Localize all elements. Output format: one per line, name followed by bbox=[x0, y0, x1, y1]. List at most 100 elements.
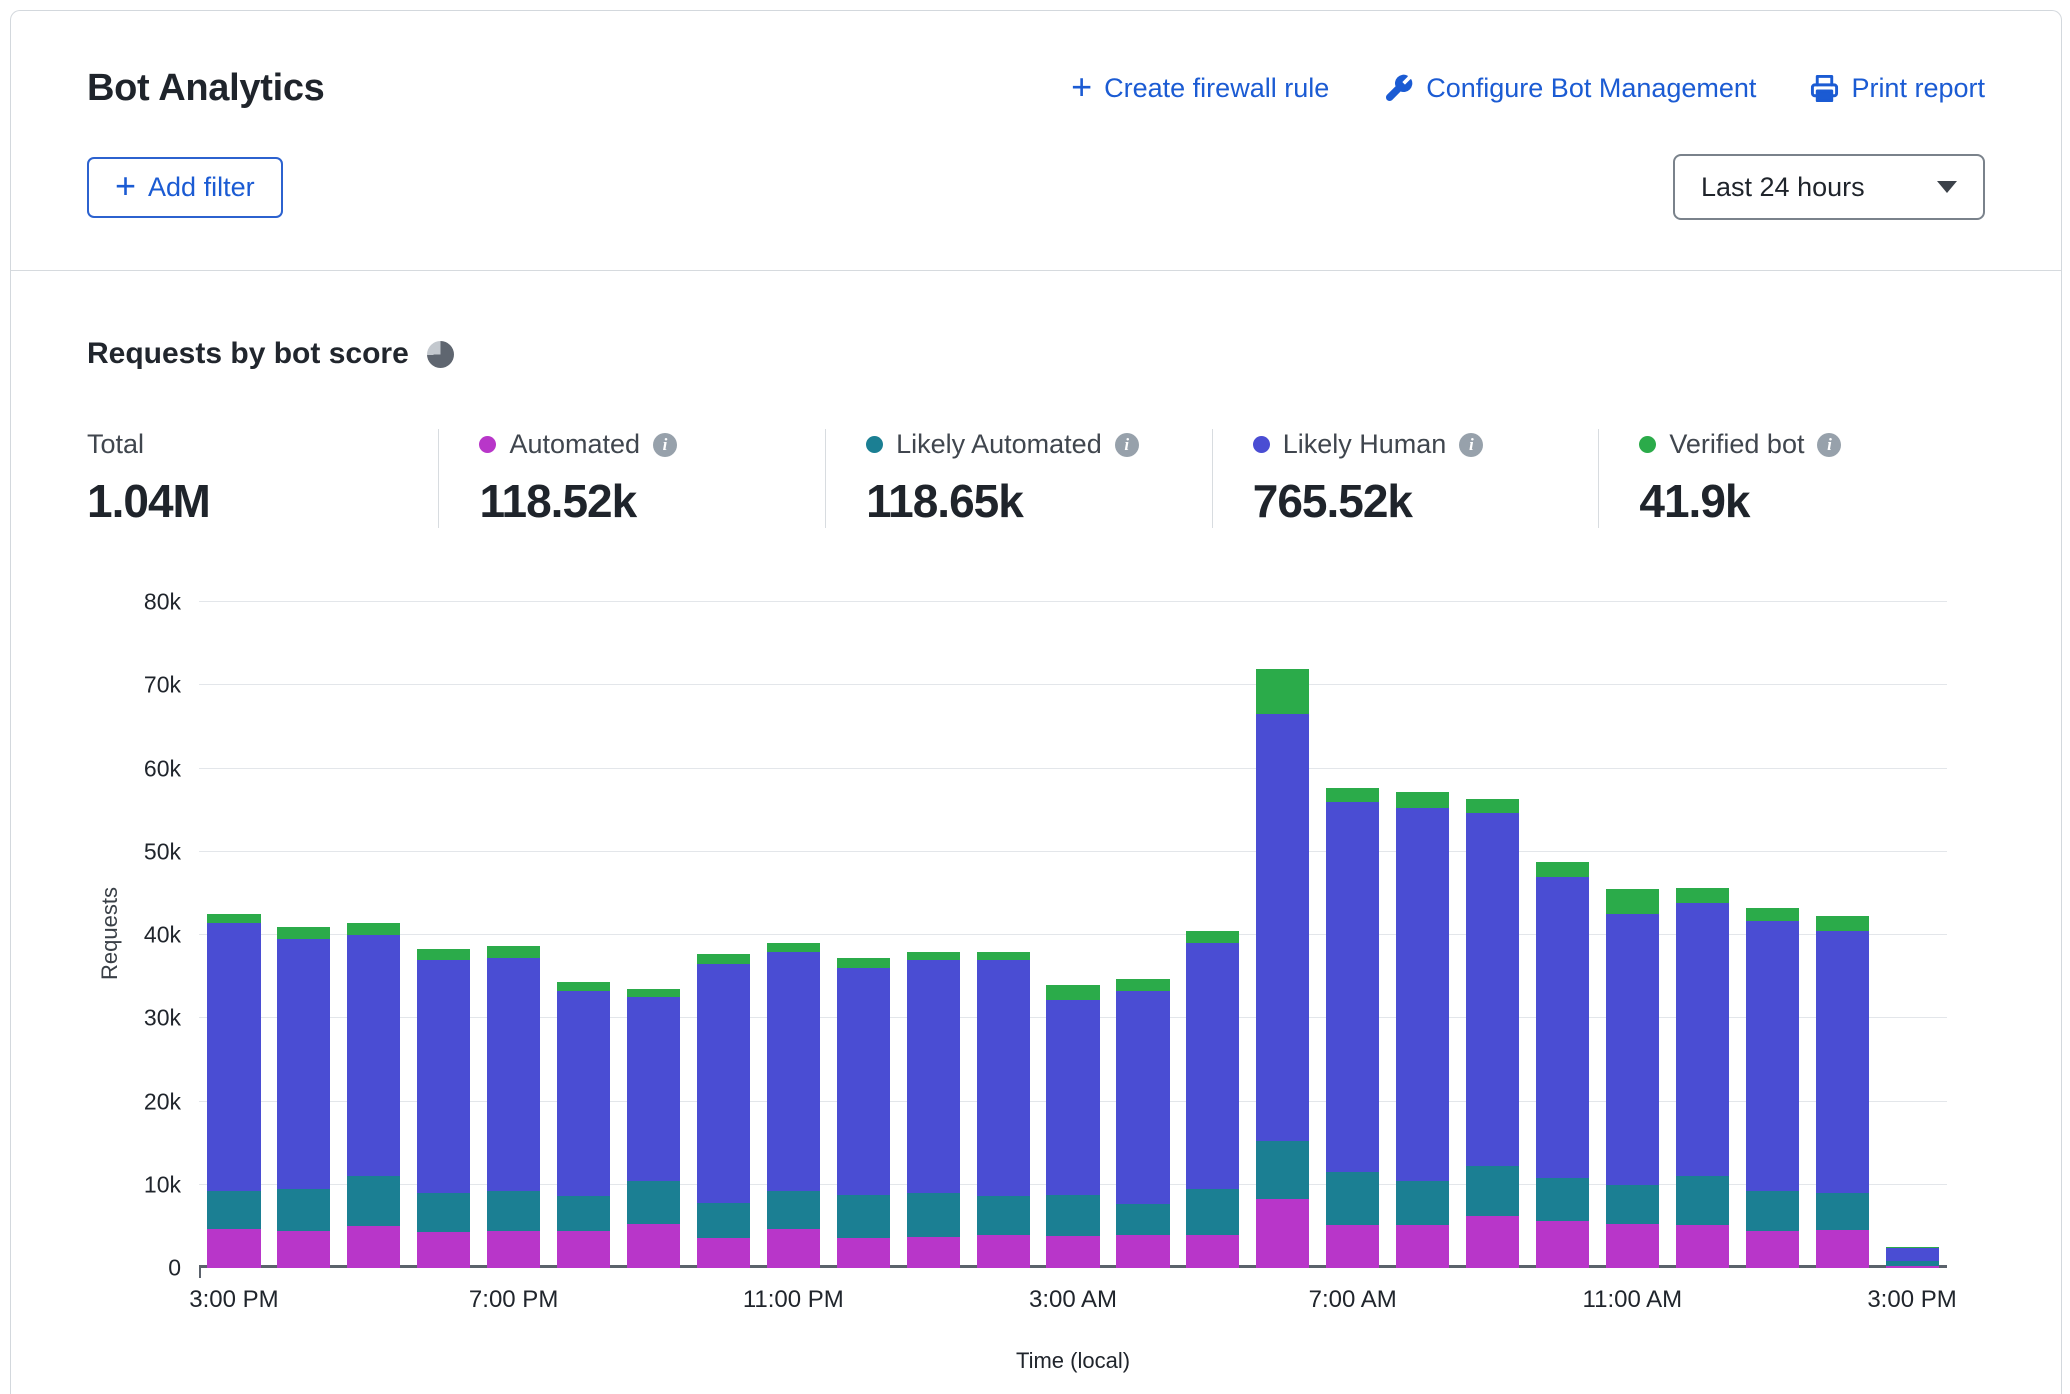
bar-segment-verified_bot bbox=[1396, 792, 1449, 808]
bar-segment-likely_automated bbox=[347, 1176, 400, 1226]
bar-5[interactable] bbox=[549, 602, 619, 1268]
bar-segment-verified_bot bbox=[627, 989, 680, 997]
bar-24[interactable] bbox=[1877, 602, 1947, 1268]
bar-20[interactable] bbox=[1597, 602, 1667, 1268]
chart-plot: 010k20k30k40k50k60k70k80k 3:00 PM7:00 PM… bbox=[199, 602, 1947, 1268]
configure-bot-management-link[interactable]: Configure Bot Management bbox=[1383, 73, 1756, 104]
bar-segment-likely_human bbox=[1816, 931, 1869, 1193]
likely-human-dot-icon bbox=[1253, 436, 1270, 453]
card-header: Bot Analytics + Create firewall rule Con… bbox=[11, 11, 2061, 271]
stat-label: Likely Automated bbox=[896, 429, 1102, 460]
bar-segment-likely_human bbox=[557, 991, 610, 1197]
bar-15[interactable] bbox=[1248, 602, 1318, 1268]
bar-3[interactable] bbox=[409, 602, 479, 1268]
bar-segment-verified_bot bbox=[1606, 889, 1659, 914]
bar-segment-likely_human bbox=[1326, 802, 1379, 1172]
create-firewall-rule-link[interactable]: + Create firewall rule bbox=[1071, 72, 1329, 105]
x-tick-label: 7:00 PM bbox=[469, 1286, 558, 1314]
bar-6[interactable] bbox=[619, 602, 689, 1268]
bar-segment-likely_automated bbox=[1046, 1195, 1099, 1237]
stat-total: Total 1.04M bbox=[87, 429, 438, 528]
chart-bars bbox=[199, 602, 1947, 1268]
bar-21[interactable] bbox=[1667, 602, 1737, 1268]
info-icon[interactable]: i bbox=[1459, 433, 1483, 457]
bar-segment-verified_bot bbox=[277, 927, 330, 939]
y-tick-label: 70k bbox=[144, 672, 181, 699]
bar-segment-likely_human bbox=[1116, 991, 1169, 1204]
bar-8[interactable] bbox=[758, 602, 828, 1268]
bar-13[interactable] bbox=[1108, 602, 1178, 1268]
bar-segment-likely_automated bbox=[1256, 1141, 1309, 1199]
stat-verified-bot: Verified bot i 41.9k bbox=[1598, 429, 1985, 528]
bar-segment-verified_bot bbox=[907, 952, 960, 960]
info-icon[interactable]: i bbox=[1817, 433, 1841, 457]
bar-segment-verified_bot bbox=[837, 958, 890, 968]
likely-automated-dot-icon bbox=[866, 436, 883, 453]
bar-segment-likely_human bbox=[1046, 1000, 1099, 1195]
stat-label: Likely Human bbox=[1283, 429, 1447, 460]
chevron-down-icon bbox=[1937, 181, 1957, 193]
bar-segment-likely_human bbox=[1396, 808, 1449, 1181]
bar-0[interactable] bbox=[199, 602, 269, 1268]
info-icon[interactable]: i bbox=[1115, 433, 1139, 457]
y-tick-label: 20k bbox=[144, 1088, 181, 1115]
time-range-select[interactable]: Last 24 hours bbox=[1673, 154, 1985, 220]
bar-14[interactable] bbox=[1178, 602, 1248, 1268]
bar-segment-likely_automated bbox=[1606, 1185, 1659, 1224]
info-icon[interactable]: i bbox=[653, 433, 677, 457]
bar-segment-likely_human bbox=[977, 960, 1030, 1196]
bar-12[interactable] bbox=[1038, 602, 1108, 1268]
x-tick-label: 3:00 PM bbox=[1867, 1286, 1956, 1314]
bar-segment-likely_human bbox=[697, 964, 750, 1203]
bar-1[interactable] bbox=[269, 602, 339, 1268]
bar-16[interactable] bbox=[1318, 602, 1388, 1268]
bar-17[interactable] bbox=[1388, 602, 1458, 1268]
bar-segment-automated bbox=[627, 1224, 680, 1268]
bar-9[interactable] bbox=[828, 602, 898, 1268]
title-row: Bot Analytics + Create firewall rule Con… bbox=[87, 67, 1985, 110]
bar-segment-likely_automated bbox=[1816, 1193, 1869, 1230]
bar-segment-likely_automated bbox=[1676, 1176, 1729, 1224]
bar-segment-likely_human bbox=[487, 958, 540, 1191]
bar-segment-verified_bot bbox=[1186, 931, 1239, 943]
bar-11[interactable] bbox=[968, 602, 1038, 1268]
bar-segment-automated bbox=[1186, 1235, 1239, 1268]
bar-19[interactable] bbox=[1528, 602, 1598, 1268]
bar-22[interactable] bbox=[1737, 602, 1807, 1268]
bar-segment-verified_bot bbox=[1676, 888, 1729, 903]
time-range-value: Last 24 hours bbox=[1701, 172, 1865, 203]
section-title: Requests by bot score bbox=[87, 337, 409, 371]
bar-segment-automated bbox=[487, 1231, 540, 1268]
bar-4[interactable] bbox=[479, 602, 549, 1268]
print-report-link[interactable]: Print report bbox=[1810, 73, 1985, 104]
x-tick-label: 3:00 AM bbox=[1029, 1286, 1117, 1314]
add-filter-button[interactable]: + Add filter bbox=[87, 157, 283, 218]
bar-18[interactable] bbox=[1458, 602, 1528, 1268]
bar-segment-automated bbox=[417, 1232, 470, 1268]
stat-likely-human: Likely Human i 765.52k bbox=[1212, 429, 1599, 528]
y-tick-label: 80k bbox=[144, 589, 181, 616]
bar-7[interactable] bbox=[688, 602, 758, 1268]
x-tick-label: 7:00 AM bbox=[1309, 1286, 1397, 1314]
bar-segment-verified_bot bbox=[1816, 916, 1869, 931]
bar-2[interactable] bbox=[339, 602, 409, 1268]
add-filter-label: Add filter bbox=[148, 172, 255, 203]
bar-segment-likely_human bbox=[347, 935, 400, 1176]
bar-23[interactable] bbox=[1807, 602, 1877, 1268]
bar-10[interactable] bbox=[898, 602, 968, 1268]
bar-segment-likely_human bbox=[907, 960, 960, 1193]
stat-label: Total bbox=[87, 429, 144, 460]
filter-row: + Add filter Last 24 hours bbox=[87, 154, 1985, 220]
page-title: Bot Analytics bbox=[87, 67, 325, 110]
bar-segment-verified_bot bbox=[1256, 669, 1309, 715]
bar-segment-verified_bot bbox=[487, 946, 540, 958]
x-tick-label: 11:00 AM bbox=[1583, 1286, 1683, 1314]
bar-segment-likely_automated bbox=[417, 1193, 470, 1232]
bar-segment-automated bbox=[1256, 1199, 1309, 1268]
wrench-icon bbox=[1383, 73, 1414, 104]
bar-segment-automated bbox=[767, 1229, 820, 1268]
y-axis-title: Requests bbox=[95, 598, 125, 1268]
x-tick-label: 11:00 PM bbox=[743, 1286, 844, 1314]
bar-segment-likely_automated bbox=[277, 1189, 330, 1231]
bar-segment-automated bbox=[1466, 1216, 1519, 1268]
